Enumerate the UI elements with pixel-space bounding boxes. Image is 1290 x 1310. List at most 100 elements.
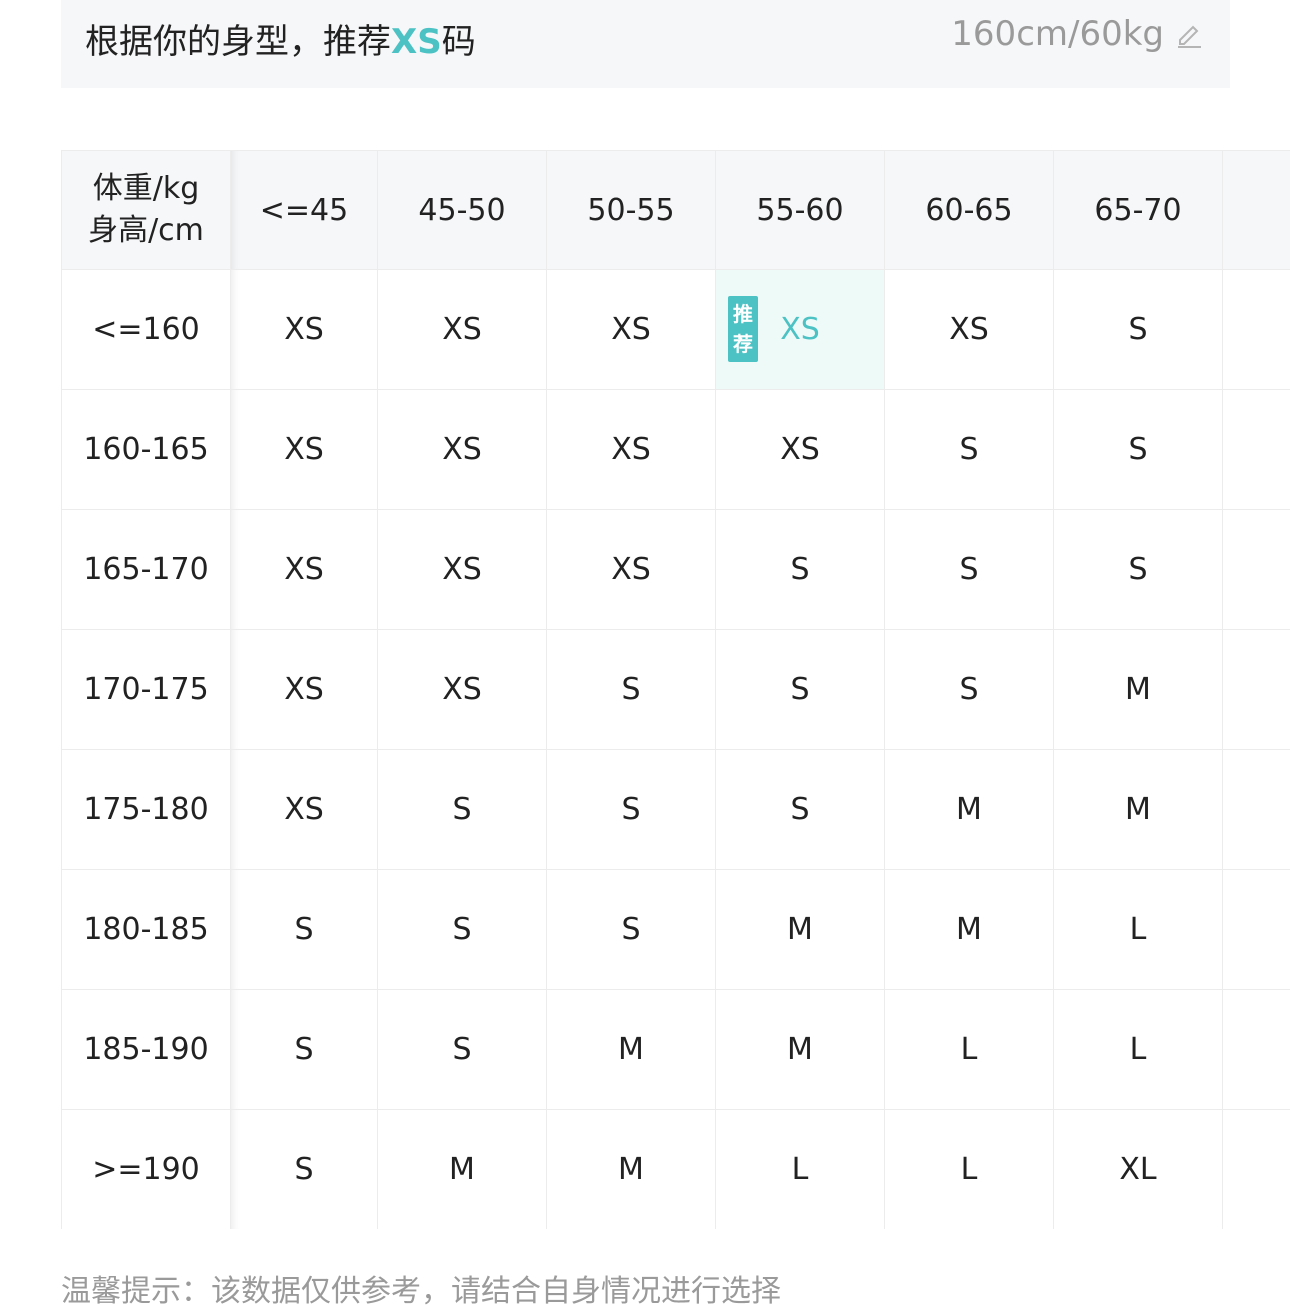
size-value: S — [1128, 552, 1148, 587]
size-value: M — [449, 1152, 475, 1187]
size-cell-cut[interactable] — [1223, 870, 1290, 990]
size-cell[interactable]: S — [885, 510, 1054, 630]
size-cell[interactable]: S — [547, 630, 716, 750]
size-cell[interactable]: XS — [378, 510, 547, 630]
size-value: M — [956, 792, 982, 827]
size-cell[interactable]: M — [547, 990, 716, 1110]
corner-weight-label: 体重/kg — [92, 171, 200, 206]
size-cell[interactable]: XS — [231, 390, 378, 510]
size-cell-cut[interactable] — [1223, 270, 1290, 390]
size-cell[interactable]: L — [716, 1110, 885, 1229]
size-cell[interactable]: XS — [231, 630, 378, 750]
size-cell[interactable]: M — [1054, 630, 1223, 750]
size-cell[interactable]: M — [716, 870, 885, 990]
weight-header: <=45 — [231, 151, 378, 270]
size-cell[interactable]: L — [885, 990, 1054, 1110]
recommendation-banner: 根据你的身型，推荐XS码 160cm/60kg — [61, 0, 1230, 88]
size-value: M — [787, 912, 813, 947]
size-cell-cut[interactable] — [1223, 750, 1290, 870]
size-cell[interactable]: XS — [231, 510, 378, 630]
size-cell[interactable]: S — [231, 990, 378, 1110]
size-value: S — [452, 1032, 472, 1067]
body-info-edit-button[interactable]: 160cm/60kg — [951, 14, 1204, 54]
size-cell[interactable]: M — [885, 750, 1054, 870]
size-cell[interactable]: S — [1054, 510, 1223, 630]
body-info-text: 160cm/60kg — [951, 14, 1164, 54]
size-cell[interactable]: M — [716, 990, 885, 1110]
size-value: S — [621, 672, 641, 707]
size-cell[interactable]: L — [1054, 870, 1223, 990]
size-cell[interactable]: M — [885, 870, 1054, 990]
size-value: M — [956, 912, 982, 947]
recommended-size-cell[interactable]: 推荐 XS — [716, 270, 885, 390]
size-cell-cut[interactable] — [1223, 990, 1290, 1110]
size-cell[interactable]: S — [716, 630, 885, 750]
size-cell[interactable]: XS — [231, 270, 378, 390]
size-value: XS — [284, 552, 324, 587]
size-cell[interactable]: L — [885, 1110, 1054, 1229]
size-value: XS — [284, 792, 324, 827]
size-cell-cut[interactable] — [1223, 1110, 1290, 1229]
size-chart-table[interactable]: 体重/kg 身高/cm <=45 45-50 50-55 55-60 60-65 65-7… — [61, 150, 1290, 1229]
height-header: 185-190 — [62, 990, 231, 1110]
size-value: S — [790, 552, 810, 587]
size-chart-grid: 体重/kg 身高/cm <=45 45-50 50-55 55-60 60-65 65-7… — [61, 150, 1290, 1229]
size-cell[interactable]: M — [378, 1110, 547, 1229]
size-value: S — [959, 552, 979, 587]
size-cell[interactable]: XS — [378, 630, 547, 750]
size-cell[interactable]: S — [378, 750, 547, 870]
size-cell[interactable]: XS — [716, 390, 885, 510]
size-cell[interactable]: XL — [1054, 1110, 1223, 1229]
weight-header: 45-50 — [378, 151, 547, 270]
height-header: 165-170 — [62, 510, 231, 630]
recommendation-suffix: 码 — [441, 22, 476, 62]
size-cell[interactable]: S — [716, 750, 885, 870]
size-value: S — [621, 912, 641, 947]
size-cell[interactable]: S — [231, 870, 378, 990]
size-cell-cut[interactable] — [1223, 510, 1290, 630]
size-cell[interactable]: XS — [378, 270, 547, 390]
size-value: XS — [780, 432, 820, 467]
size-cell[interactable]: XS — [378, 390, 547, 510]
size-value: XS — [442, 552, 482, 587]
size-value: XS — [442, 672, 482, 707]
size-cell[interactable]: S — [378, 870, 547, 990]
size-cell[interactable]: S — [885, 390, 1054, 510]
size-value: M — [1125, 792, 1151, 827]
corner-height-label: 身高/cm — [88, 213, 204, 248]
weight-header: 60-65 — [885, 151, 1054, 270]
size-cell[interactable]: XS — [231, 750, 378, 870]
size-cell[interactable]: S — [716, 510, 885, 630]
size-cell[interactable]: M — [547, 1110, 716, 1229]
size-cell[interactable]: S — [547, 750, 716, 870]
table-corner-header: 体重/kg 身高/cm — [62, 151, 231, 270]
pencil-icon[interactable] — [1174, 19, 1204, 49]
size-cell[interactable]: S — [547, 870, 716, 990]
size-cell[interactable]: S — [1054, 270, 1223, 390]
size-cell-cut[interactable] — [1223, 630, 1290, 750]
size-cell[interactable]: XS — [547, 510, 716, 630]
height-header: >=190 — [62, 1110, 231, 1229]
size-value: M — [1125, 672, 1151, 707]
badge-line-2: 荐 — [733, 332, 753, 356]
size-cell[interactable]: L — [1054, 990, 1223, 1110]
size-value: M — [618, 1152, 644, 1187]
size-value: XL — [1119, 1152, 1157, 1187]
weight-header: 50-55 — [547, 151, 716, 270]
size-value: L — [960, 1152, 978, 1187]
size-value: XS — [284, 672, 324, 707]
height-header: 175-180 — [62, 750, 231, 870]
size-cell[interactable]: XS — [547, 270, 716, 390]
size-value: XS — [611, 552, 651, 587]
size-cell[interactable]: M — [1054, 750, 1223, 870]
height-header: 170-175 — [62, 630, 231, 750]
size-cell[interactable]: XS — [885, 270, 1054, 390]
size-cell-cut[interactable] — [1223, 390, 1290, 510]
size-value: S — [959, 432, 979, 467]
size-value: S — [790, 672, 810, 707]
size-cell[interactable]: S — [885, 630, 1054, 750]
size-cell[interactable]: S — [1054, 390, 1223, 510]
size-cell[interactable]: S — [378, 990, 547, 1110]
size-cell[interactable]: S — [231, 1110, 378, 1229]
size-cell[interactable]: XS — [547, 390, 716, 510]
